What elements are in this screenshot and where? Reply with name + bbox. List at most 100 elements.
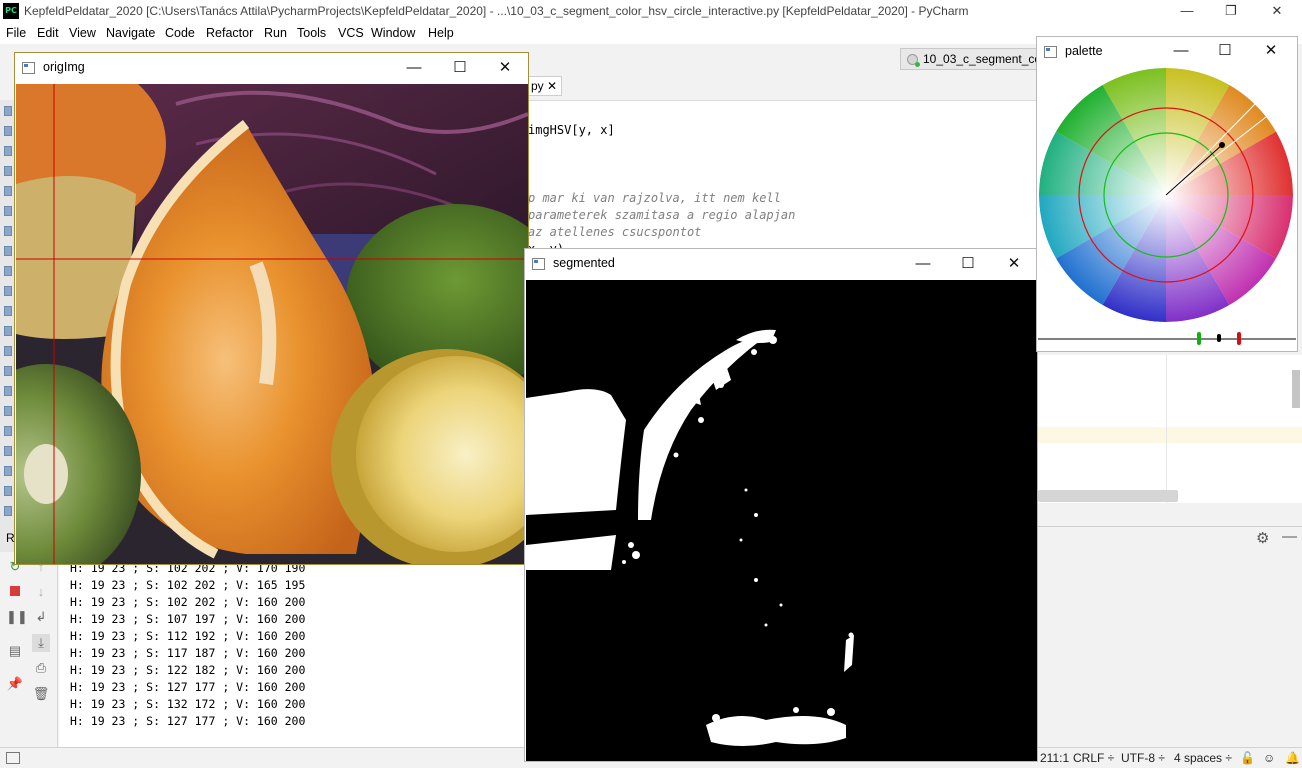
tool-windows-icon[interactable] <box>6 752 20 764</box>
console-line: H: 19 23 ; S: 107 197 ; V: 160 200 <box>70 612 306 626</box>
scroll-to-end-icon[interactable]: ⤓ <box>32 634 50 652</box>
right-margin-guide <box>1166 355 1167 503</box>
close-button[interactable]: ✕ <box>1003 253 1025 275</box>
maximize-button[interactable]: ☐ <box>957 253 979 275</box>
origimg-title-bar[interactable]: origImg — ☐ ✕ <box>15 53 528 83</box>
trash-icon[interactable]: 🗑 <box>32 685 50 703</box>
file-icon <box>4 486 12 496</box>
pause-icon[interactable]: ❚❚ <box>6 608 28 626</box>
layout-icon[interactable]: ▤ <box>6 642 24 660</box>
close-button[interactable]: ✕ <box>494 57 516 79</box>
ide-window-title: KepfeldPeldatar_2020 [C:\Users\Tanács At… <box>24 4 969 18</box>
console-line: H: 19 23 ; S: 102 202 ; V: 165 195 <box>70 578 306 592</box>
fruit-photo[interactable] <box>16 84 528 564</box>
current-line-highlight <box>1038 427 1302 443</box>
palette-title-bar[interactable]: palette — ☐ ✕ <box>1037 37 1297 65</box>
stop-icon[interactable] <box>6 583 24 601</box>
caret-position[interactable]: 211:1 <box>1040 751 1069 765</box>
file-icon <box>4 166 12 176</box>
window-icon <box>22 62 35 74</box>
editor-inner-tab[interactable]: py ✕ <box>528 76 562 96</box>
code-editor[interactable]: imgHSV[y, x] p mar ki van rajzolva, itt … <box>528 100 1038 260</box>
console-line: H: 19 23 ; S: 102 202 ; V: 160 200 <box>70 595 306 609</box>
console-line: H: 19 23 ; S: 117 187 ; V: 160 200 <box>70 646 306 660</box>
hide-panel-icon[interactable]: — <box>1282 528 1297 545</box>
menu-code[interactable]: Code <box>165 26 195 40</box>
window-title: origImg <box>43 60 85 74</box>
line-separator[interactable]: CRLF ÷ <box>1073 751 1114 765</box>
down-arrow-icon[interactable]: ↓ <box>32 583 50 601</box>
console-line: H: 19 23 ; S: 122 182 ; V: 160 200 <box>70 663 306 677</box>
file-icon <box>4 366 12 376</box>
menu-view[interactable]: View <box>69 26 96 40</box>
file-icon <box>4 426 12 436</box>
gear-icon[interactable]: ⚙ <box>1256 529 1269 547</box>
notification-icon[interactable]: 🔔 <box>1285 751 1300 765</box>
menu-vcs[interactable]: VCS <box>338 26 364 40</box>
print-icon[interactable]: ⎙ <box>32 659 50 677</box>
file-icon <box>4 146 12 156</box>
pycharm-logo-icon: PC <box>3 3 19 19</box>
close-button[interactable]: ✕ <box>1260 40 1282 62</box>
vertical-scrollbar-thumb[interactable] <box>1292 370 1300 408</box>
ide-title-bar: PC KepfeldPeldatar_2020 [C:\Users\Tanács… <box>0 0 1302 23</box>
file-icon <box>4 246 12 256</box>
maximize-button[interactable]: ☐ <box>1214 40 1236 62</box>
console-line: H: 19 23 ; S: 112 192 ; V: 160 200 <box>70 629 306 643</box>
window-icon <box>1044 46 1057 58</box>
run-console[interactable]: H: 19 23 ; S: 102 202 ; V: 170 190 H: 19… <box>59 552 529 747</box>
editor-tab[interactable]: 10_03_c_segment_color_hsv_circle_interac… <box>900 48 1038 70</box>
soft-wrap-icon[interactable]: ↲ <box>32 608 50 626</box>
file-icon <box>4 226 12 236</box>
pin-icon[interactable]: 📌 <box>6 675 24 693</box>
palette-window: palette — ☐ ✕ <box>1036 36 1298 352</box>
minimize-button[interactable]: — <box>1164 0 1210 23</box>
file-icon <box>4 346 12 356</box>
hsv-color-wheel[interactable] <box>1038 65 1296 351</box>
editor-tab-label: 10_03_c_segment_color_hsv_circle_interac… <box>923 52 1037 66</box>
menu-file[interactable]: File <box>6 26 26 40</box>
file-encoding[interactable]: UTF-8 ÷ <box>1121 751 1165 765</box>
close-button[interactable]: ✕ <box>1254 0 1300 23</box>
window-title: segmented <box>553 256 615 270</box>
menu-help[interactable]: Help <box>428 26 454 40</box>
minimize-button[interactable]: — <box>403 57 425 79</box>
project-tree-strip <box>0 100 15 560</box>
file-icon <box>4 286 12 296</box>
segmented-window: segmented — ☐ ✕ <box>524 248 1038 762</box>
menu-navigate[interactable]: Navigate <box>106 26 155 40</box>
console-line: H: 19 23 ; S: 127 177 ; V: 160 200 <box>70 680 306 694</box>
file-icon <box>4 186 12 196</box>
minimize-button[interactable]: — <box>912 253 934 275</box>
segmentation-mask[interactable] <box>526 280 1037 761</box>
run-toolbar: ↻ ↑ ↓ ❚❚ ↲ ⤓ ▤ ⎙ 📌 🗑 <box>0 552 58 747</box>
minimize-button[interactable]: — <box>1170 40 1192 62</box>
inspector-icon[interactable]: ☺ <box>1263 751 1275 765</box>
file-icon <box>4 126 12 136</box>
indent-setting[interactable]: 4 spaces ÷ <box>1174 751 1232 765</box>
python-file-icon <box>907 54 920 67</box>
code-line: parameterek szamitasa a regio alapjan <box>528 208 796 222</box>
horizontal-scrollbar[interactable] <box>1038 490 1178 502</box>
file-icon <box>4 446 12 456</box>
file-icon <box>4 406 12 416</box>
origimg-window: origImg — ☐ ✕ <box>14 52 529 565</box>
segmented-title-bar[interactable]: segmented — ☐ ✕ <box>525 249 1037 279</box>
restore-button[interactable]: ❐ <box>1208 0 1254 23</box>
menu-refactor[interactable]: Refactor <box>206 26 253 40</box>
file-icon <box>4 306 12 316</box>
lock-icon[interactable]: 🔓 <box>1240 751 1255 765</box>
editor-right-area <box>1038 355 1302 503</box>
hsv-color-wheel-graphic <box>1038 68 1296 345</box>
file-icon <box>4 266 12 276</box>
menu-run[interactable]: Run <box>264 26 287 40</box>
code-line: imgHSV[y, x] <box>528 123 615 137</box>
code-line: p mar ki van rajzolva, itt nem kell <box>528 191 781 205</box>
segmentation-mask-graphic <box>526 280 1037 761</box>
menu-edit[interactable]: Edit <box>37 26 59 40</box>
menu-window[interactable]: Window <box>371 26 415 40</box>
file-icon <box>4 386 12 396</box>
file-icon <box>4 326 12 336</box>
maximize-button[interactable]: ☐ <box>449 57 471 79</box>
menu-tools[interactable]: Tools <box>297 26 326 40</box>
